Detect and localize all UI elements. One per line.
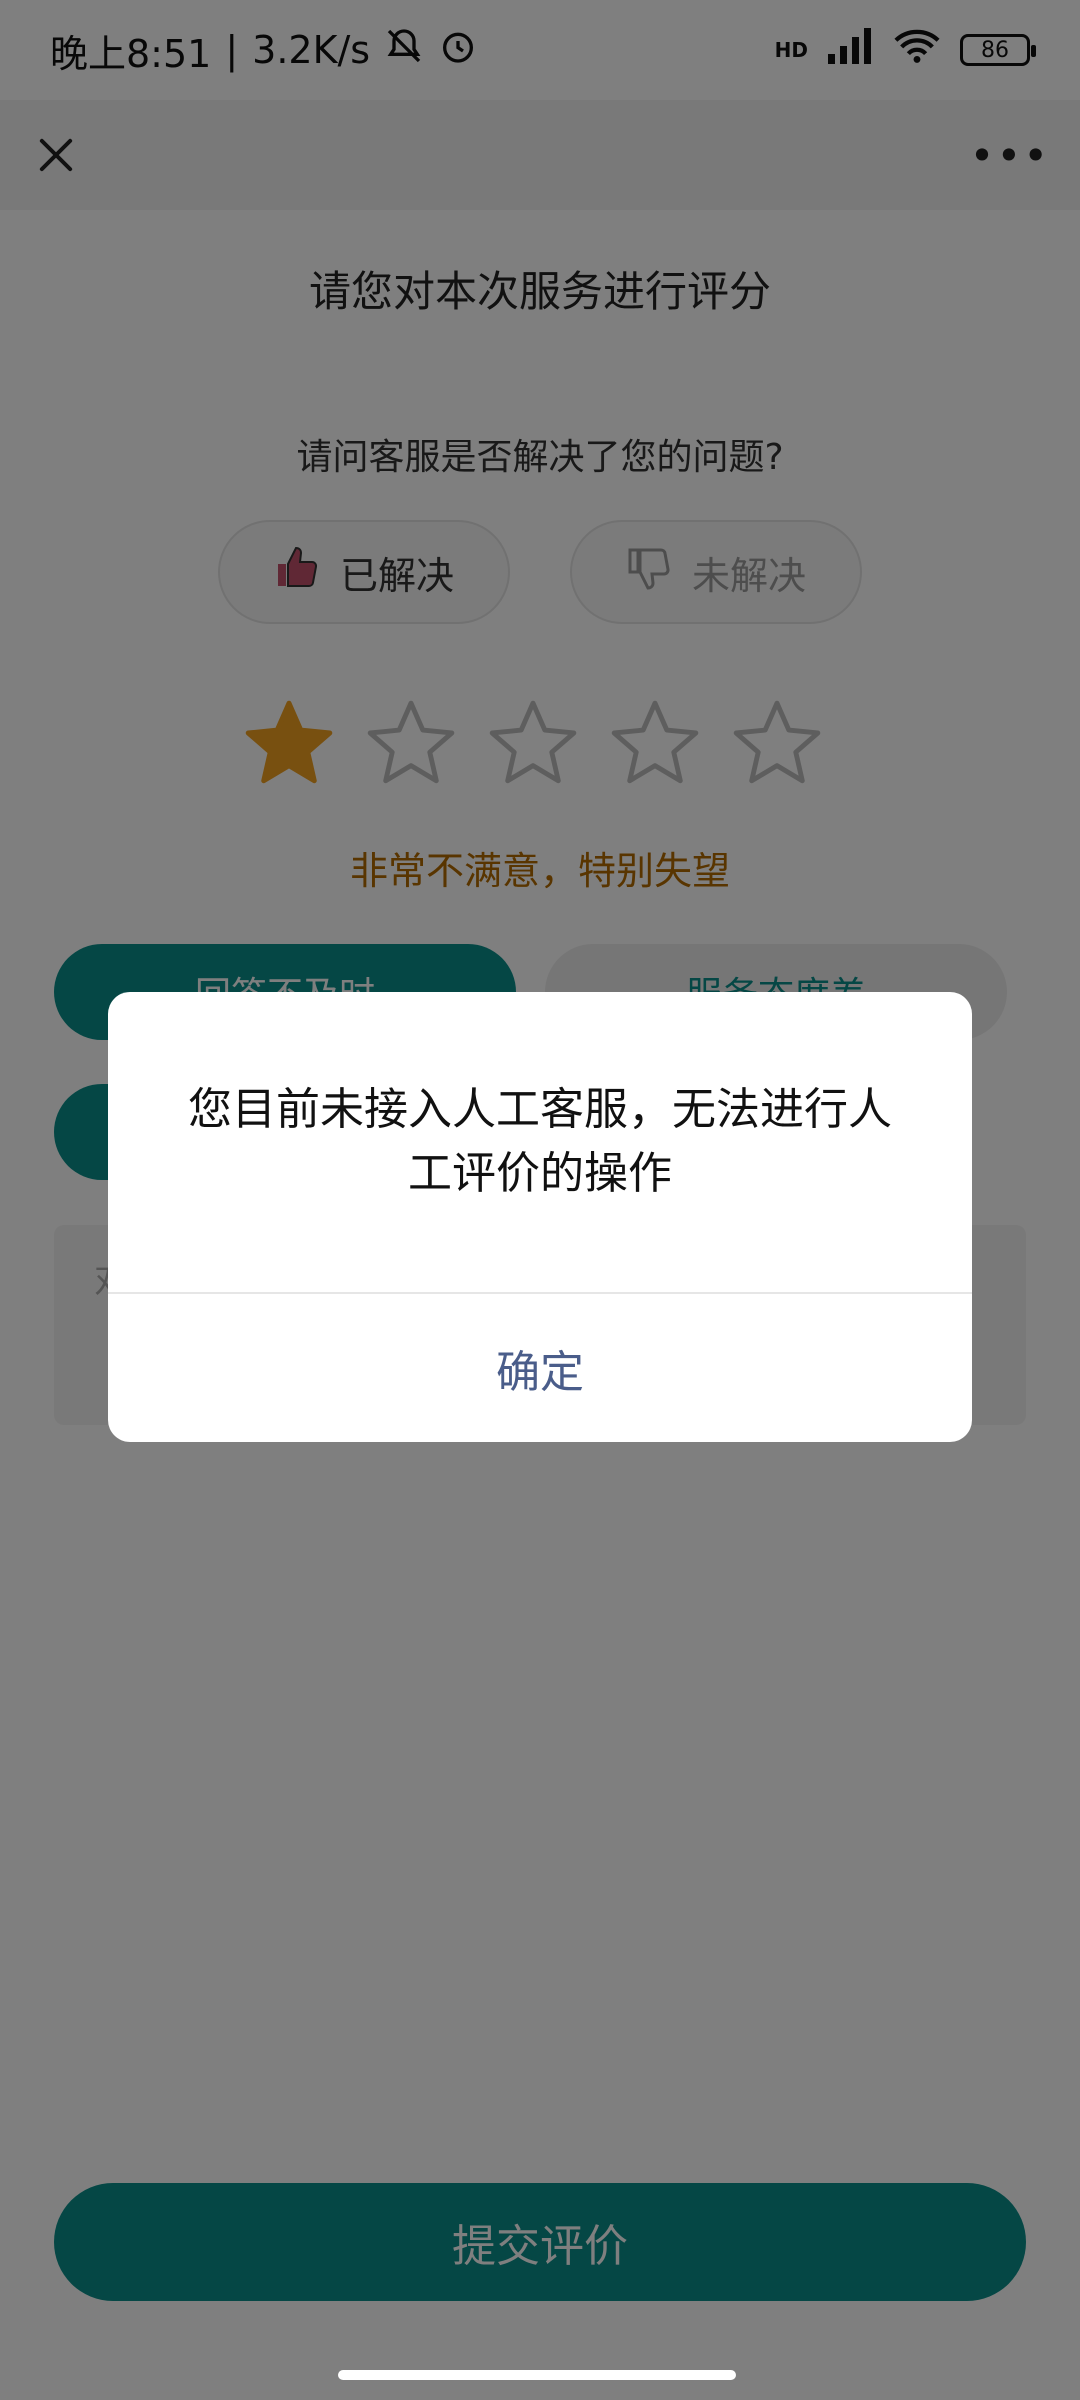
confirm-button[interactable]: 确定 xyxy=(108,1294,972,1442)
dialog-message: 您目前未接入人工客服，无法进行人工评价的操作 xyxy=(188,1084,892,1199)
alert-dialog: 您目前未接入人工客服，无法进行人工评价的操作 确定 xyxy=(108,992,972,1442)
home-indicator[interactable] xyxy=(338,2370,736,2380)
